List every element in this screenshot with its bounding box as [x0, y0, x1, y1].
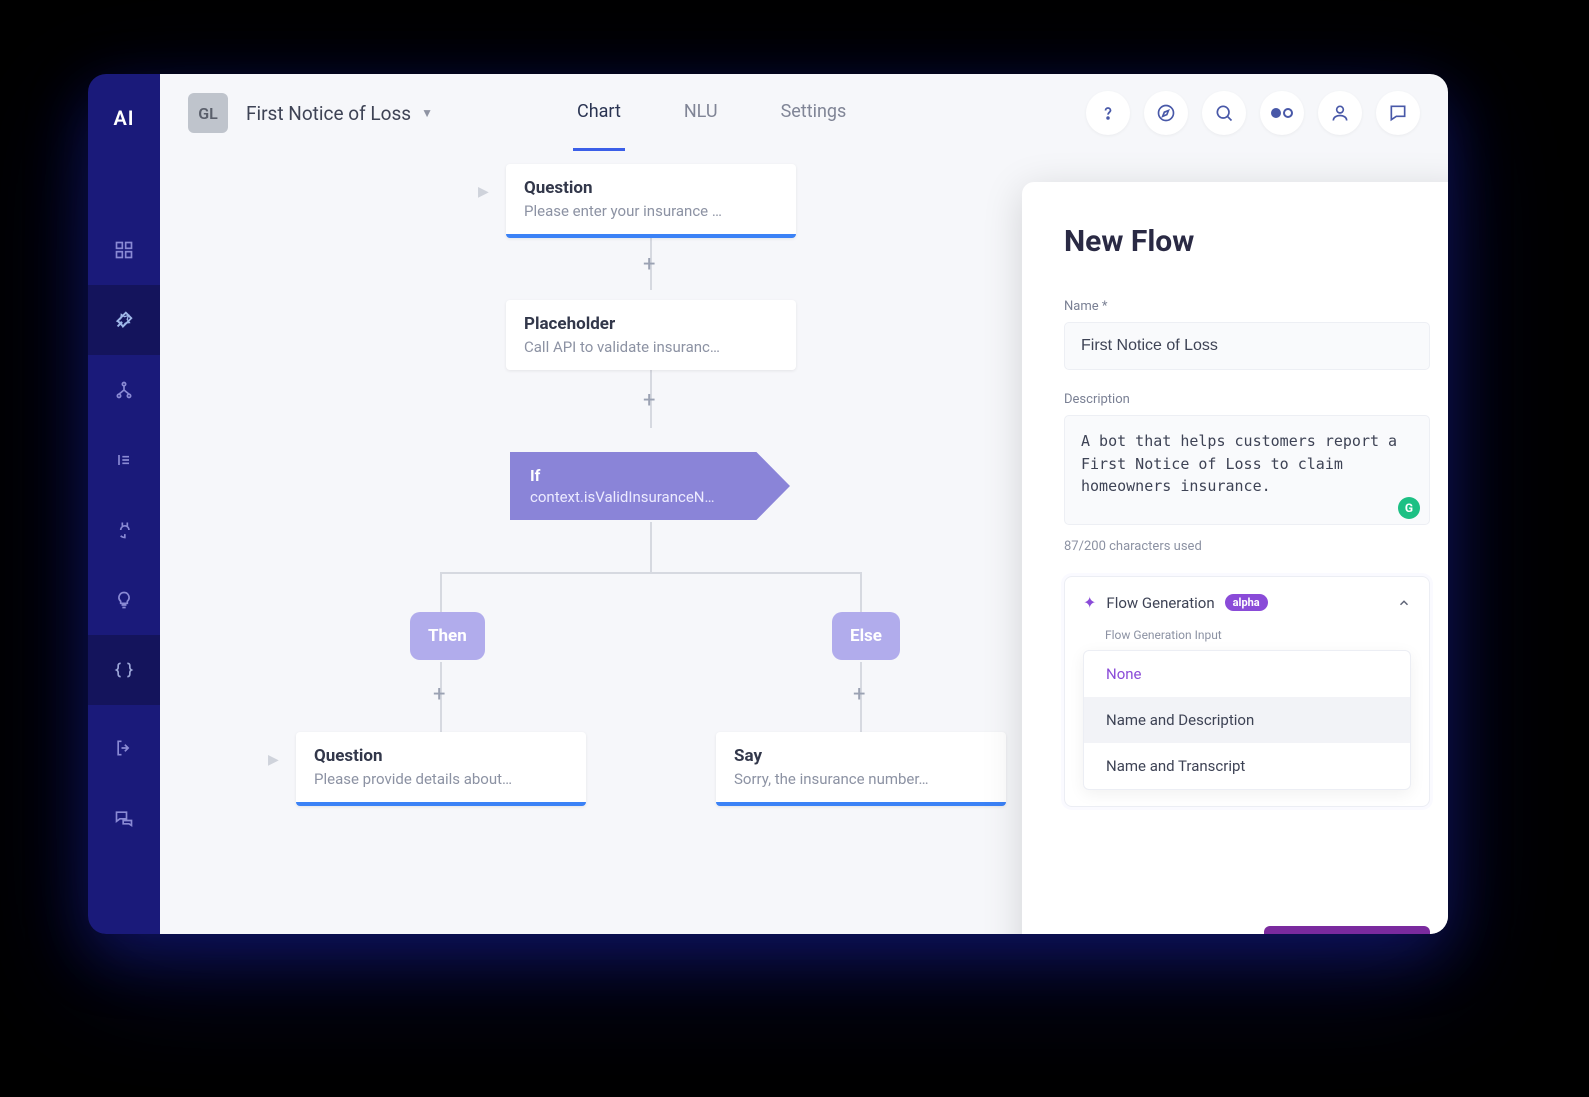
- dropdown-option-none[interactable]: None: [1084, 651, 1410, 697]
- main-area: GL First Notice of Loss ▼ Chart NLU Sett…: [160, 74, 1448, 934]
- flow-generation-input-label: Flow Generation Input: [1105, 628, 1411, 642]
- bulb-icon: [114, 590, 134, 610]
- flow-generation-section: ✦ Flow Generation alpha Flow Generation …: [1064, 576, 1430, 807]
- node-subtitle: Please enter your insurance …: [524, 202, 778, 220]
- compass-icon: [1156, 103, 1176, 123]
- create-button[interactable]: ✦ Create: [1264, 926, 1430, 934]
- toolbar-icons: [1086, 91, 1420, 135]
- node-title: Question: [524, 178, 778, 198]
- sparkle-icon: ✦: [1083, 593, 1096, 612]
- description-wrap: G: [1064, 415, 1430, 529]
- tab-nlu[interactable]: NLU: [680, 75, 722, 151]
- connector: [650, 522, 652, 572]
- node-title: If: [530, 466, 770, 485]
- profile-button[interactable]: [1318, 91, 1362, 135]
- add-node-button[interactable]: +: [643, 252, 655, 277]
- comment-button[interactable]: [1376, 91, 1420, 135]
- sidebar: AI: [88, 74, 160, 934]
- dropdown-option-name-transcript[interactable]: Name and Transcript: [1084, 743, 1410, 789]
- node-if[interactable]: If context.isValidInsuranceN…: [510, 452, 790, 520]
- expand-icon[interactable]: ▶: [478, 184, 489, 200]
- node-say[interactable]: Say Sorry, the insurance number…: [716, 732, 1006, 806]
- new-flow-panel: New Flow Name * Description G 87/200 cha…: [1022, 182, 1448, 934]
- name-label: Name *: [1064, 299, 1430, 314]
- alpha-badge: alpha: [1225, 594, 1268, 611]
- node-question-1[interactable]: ▶ Question Please enter your insurance …: [506, 164, 796, 238]
- branch-then[interactable]: Then: [410, 612, 485, 660]
- chevron-down-icon: ▼: [421, 106, 433, 120]
- project-name-dropdown[interactable]: First Notice of Loss ▼: [246, 102, 433, 125]
- connector: [440, 572, 862, 574]
- panel-footer: Cancel ✦ Create: [1064, 926, 1430, 934]
- grid-icon: [114, 240, 134, 260]
- braces-icon: [114, 660, 134, 680]
- tree-icon: [114, 380, 134, 400]
- app-window: AI GL First: [88, 74, 1448, 934]
- tab-settings[interactable]: Settings: [777, 75, 851, 151]
- search-button[interactable]: [1202, 91, 1246, 135]
- sidebar-item-code[interactable]: [88, 635, 160, 705]
- help-button[interactable]: [1086, 91, 1130, 135]
- description-label: Description: [1064, 392, 1430, 407]
- flow-generation-title: Flow Generation: [1106, 594, 1214, 612]
- topbar: GL First Notice of Loss ▼ Chart NLU Sett…: [160, 74, 1448, 152]
- node-title: Placeholder: [524, 314, 778, 334]
- toggle-icon: [1270, 106, 1294, 120]
- sidebar-item-ideas[interactable]: [88, 565, 160, 635]
- grammarly-icon[interactable]: G: [1398, 497, 1420, 519]
- cancel-button[interactable]: Cancel: [1064, 928, 1122, 934]
- sidebar-item-list[interactable]: [88, 425, 160, 495]
- connector: [860, 572, 862, 612]
- question-icon: [1098, 103, 1118, 123]
- tabs: Chart NLU Settings: [573, 75, 850, 151]
- search-icon: [1214, 103, 1234, 123]
- toggle-button[interactable]: [1260, 91, 1304, 135]
- character-count: 87/200 characters used: [1064, 539, 1430, 554]
- expand-icon[interactable]: ▶: [268, 752, 279, 768]
- sidebar-item-chat[interactable]: [88, 783, 160, 853]
- node-placeholder[interactable]: Placeholder Call API to validate insuran…: [506, 300, 796, 370]
- sidebar-item-build[interactable]: [88, 285, 160, 355]
- node-subtitle: Call API to validate insuranc…: [524, 338, 778, 356]
- sidebar-item-flows[interactable]: [88, 355, 160, 425]
- node-subtitle: Sorry, the insurance number…: [734, 770, 988, 788]
- sidebar-item-exit[interactable]: [88, 713, 160, 783]
- exit-icon: [114, 738, 134, 758]
- add-node-button[interactable]: +: [433, 682, 445, 707]
- flow-generation-input-dropdown: None Name and Description Name and Trans…: [1083, 650, 1411, 790]
- node-subtitle: Please provide details about…: [314, 770, 568, 788]
- node-subtitle: context.isValidInsuranceN…: [530, 488, 770, 506]
- tab-chart[interactable]: Chart: [573, 75, 625, 151]
- branch-else[interactable]: Else: [832, 612, 900, 660]
- add-node-button[interactable]: +: [853, 682, 865, 707]
- list-icon: [114, 450, 134, 470]
- compass-button[interactable]: [1144, 91, 1188, 135]
- sidebar-item-dashboard[interactable]: [88, 215, 160, 285]
- dropdown-option-name-description[interactable]: Name and Description: [1084, 697, 1410, 743]
- node-question-2[interactable]: ▶ Question Please provide details about…: [296, 732, 586, 806]
- logo: AI: [113, 106, 134, 130]
- chevron-up-icon: [1397, 596, 1411, 610]
- sidebar-item-integrations[interactable]: [88, 495, 160, 565]
- node-title: Say: [734, 746, 988, 766]
- pin-icon: [113, 309, 135, 331]
- project-badge[interactable]: GL: [188, 93, 228, 133]
- panel-title: New Flow: [1064, 224, 1430, 259]
- comment-icon: [1388, 103, 1408, 123]
- add-node-button[interactable]: +: [643, 388, 655, 413]
- name-input[interactable]: [1064, 322, 1430, 370]
- description-input[interactable]: [1064, 415, 1430, 525]
- chat-icon: [114, 808, 134, 828]
- node-title: Question: [314, 746, 568, 766]
- project-name-label: First Notice of Loss: [246, 102, 411, 125]
- connector: [440, 572, 442, 612]
- plug-icon: [114, 520, 134, 540]
- flow-generation-header[interactable]: ✦ Flow Generation alpha: [1083, 593, 1411, 612]
- user-icon: [1330, 103, 1350, 123]
